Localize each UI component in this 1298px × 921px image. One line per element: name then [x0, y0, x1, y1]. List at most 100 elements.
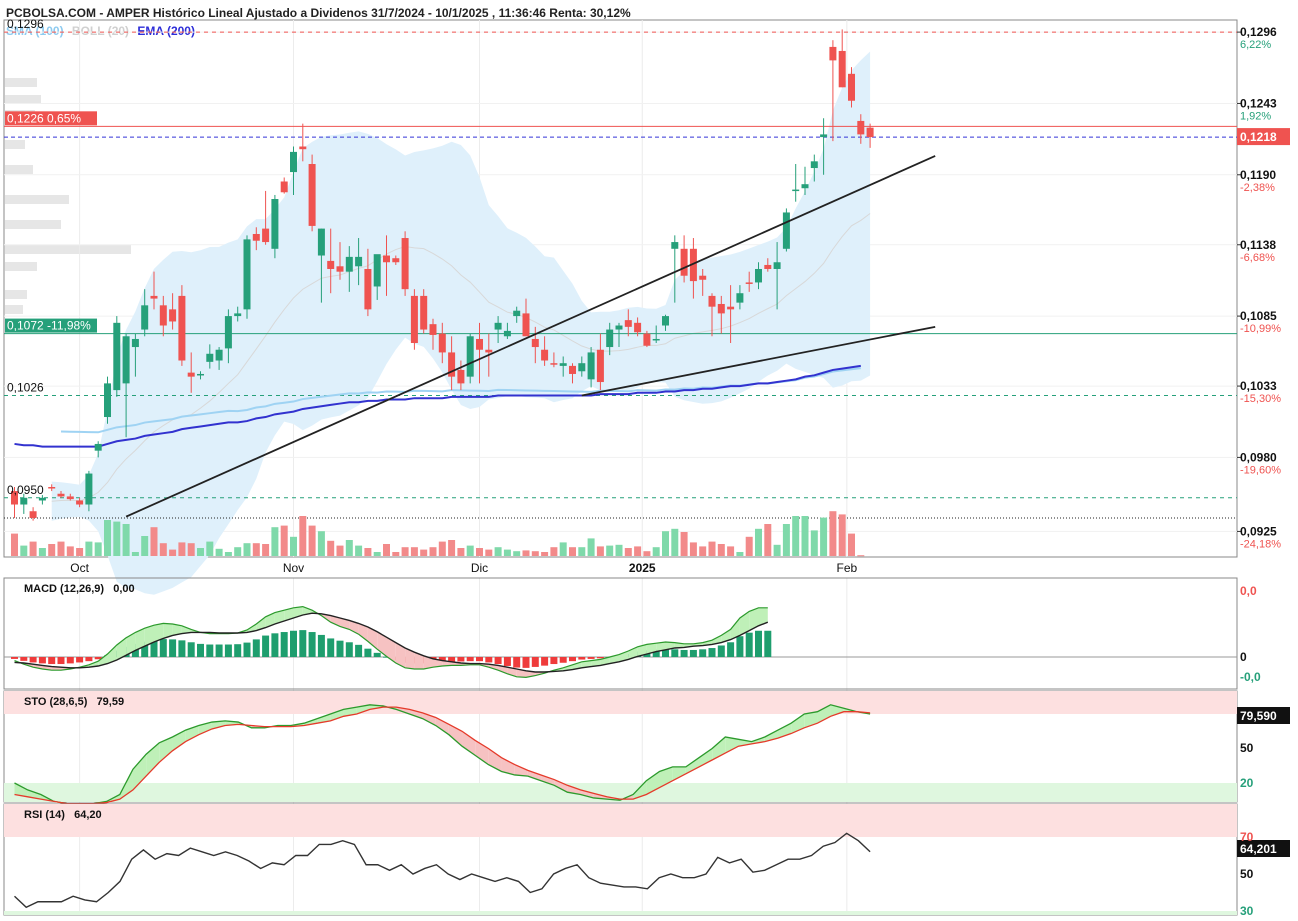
sto-panel-label: STO (28,6,5) 79,59 — [24, 696, 124, 708]
candle-body — [364, 268, 372, 310]
candle-body — [522, 313, 530, 337]
volume-bar — [159, 543, 167, 556]
volume-bar — [810, 530, 818, 556]
volume-bar — [476, 548, 483, 556]
price-tick-pct: -19,60% — [1240, 464, 1281, 476]
price-tick-pct: -24,18% — [1240, 538, 1281, 550]
candle-body — [169, 309, 177, 322]
macd-histogram-bar — [29, 657, 37, 663]
candle-body — [410, 295, 418, 344]
macd-histogram-bar — [503, 657, 511, 666]
candle-body — [857, 120, 865, 135]
volume-bar — [243, 543, 251, 556]
candle-body — [94, 443, 102, 451]
candle-body — [38, 497, 46, 501]
candle-body — [122, 336, 130, 384]
macd-histogram-bar — [336, 640, 344, 657]
candle-body — [48, 487, 56, 489]
candle-body — [717, 303, 725, 314]
volume-bar — [38, 548, 46, 556]
volume-bar — [271, 527, 279, 556]
volume-profile-bar — [5, 245, 131, 254]
macd-histogram-bar — [671, 649, 679, 657]
macd-histogram-bar — [243, 642, 251, 657]
volume-bar — [317, 531, 325, 556]
volume-bar — [290, 536, 297, 556]
candle-body — [652, 338, 660, 341]
rsi-line — [14, 832, 871, 909]
macd-panel-frame — [3, 577, 1238, 690]
volume-profile-bar — [5, 78, 37, 87]
macd-histogram-bar — [587, 657, 595, 659]
macd-histogram-bar — [596, 657, 604, 659]
price-tick-pct: 6,22% — [1240, 39, 1271, 51]
candle-body — [531, 338, 539, 348]
candle-body — [252, 233, 260, 241]
sto-fill — [435, 717, 449, 735]
candle-body — [624, 320, 632, 327]
macd-histogram-bar — [206, 644, 214, 657]
volume-bar — [522, 550, 530, 556]
rsi-badge-label: 64,201 — [1240, 842, 1277, 856]
candle-body — [662, 316, 669, 326]
macd-histogram-bar — [736, 636, 744, 657]
current-price-label: 0,1218 — [1240, 130, 1277, 144]
macd-axis-label: 0 — [1240, 650, 1247, 664]
candle-body — [457, 369, 465, 384]
price-tick-pct: -10,99% — [1240, 323, 1281, 335]
candle-body — [141, 305, 149, 330]
price-tick-label: 0,0980 — [1240, 450, 1277, 464]
volume-bar — [727, 546, 735, 556]
rsi-axis-label: 30 — [1240, 904, 1254, 918]
volume-bar — [503, 549, 511, 556]
candle-body — [392, 258, 400, 263]
level-label: 0,1026 — [7, 380, 44, 394]
macd-histogram-bar — [745, 632, 753, 657]
chart-svg[interactable]: 0,1296 0,1226 0,65% 0,1072 -11,98% 0,1026 0,… — [0, 0, 1298, 921]
rsi-panel-label: RSI (14) 64,20 — [24, 809, 102, 821]
sto-fill — [672, 766, 686, 781]
candle-body — [29, 511, 37, 518]
sto-fill — [514, 764, 528, 777]
chart-root: PCBOLSA.COM - AMPER Histórico Lineal Aju… — [0, 0, 1298, 921]
volume-bar — [485, 549, 493, 556]
candle-body — [782, 212, 790, 249]
candle-body — [85, 473, 93, 505]
volume-bar — [280, 525, 288, 556]
price-tick-label: 0,1085 — [1240, 309, 1277, 323]
macd-histogram-bar — [559, 657, 567, 663]
level-label: 0,0950 — [7, 483, 44, 497]
rsi-axis-label: 50 — [1240, 867, 1254, 881]
candle-body — [262, 228, 270, 243]
candle-body — [550, 363, 558, 365]
macd-histogram-bar — [485, 657, 493, 663]
macd-histogram-bar — [169, 639, 177, 657]
candle-body — [187, 372, 195, 377]
candle-body — [280, 181, 288, 193]
volume-bar — [345, 540, 353, 556]
macd-value: 0,00 — [113, 583, 135, 595]
volume-bar — [782, 524, 790, 556]
candle-body — [820, 134, 828, 138]
macd-histogram-bar — [550, 657, 558, 665]
macd-histogram-bar — [717, 645, 725, 657]
candle-body — [801, 184, 809, 189]
volume-profile-bar — [5, 95, 41, 104]
volume-bar — [652, 547, 660, 556]
candle-body — [773, 262, 781, 269]
level-label: 0,1226 0,65% — [7, 111, 81, 125]
volume-bar — [745, 536, 753, 556]
candle-body — [336, 266, 344, 272]
volume-profile-bar — [5, 290, 27, 299]
volume-bar — [671, 528, 679, 556]
candle-body — [290, 151, 297, 173]
volume-bar — [801, 516, 809, 556]
candle-body — [596, 349, 604, 383]
macd-histogram-bar — [494, 657, 502, 665]
volume-bar — [764, 524, 772, 556]
volume-bar — [587, 538, 595, 556]
volume-bar — [624, 548, 632, 556]
volume-bar — [643, 551, 651, 556]
month-label: Feb — [837, 561, 858, 575]
candle-body — [401, 238, 409, 290]
